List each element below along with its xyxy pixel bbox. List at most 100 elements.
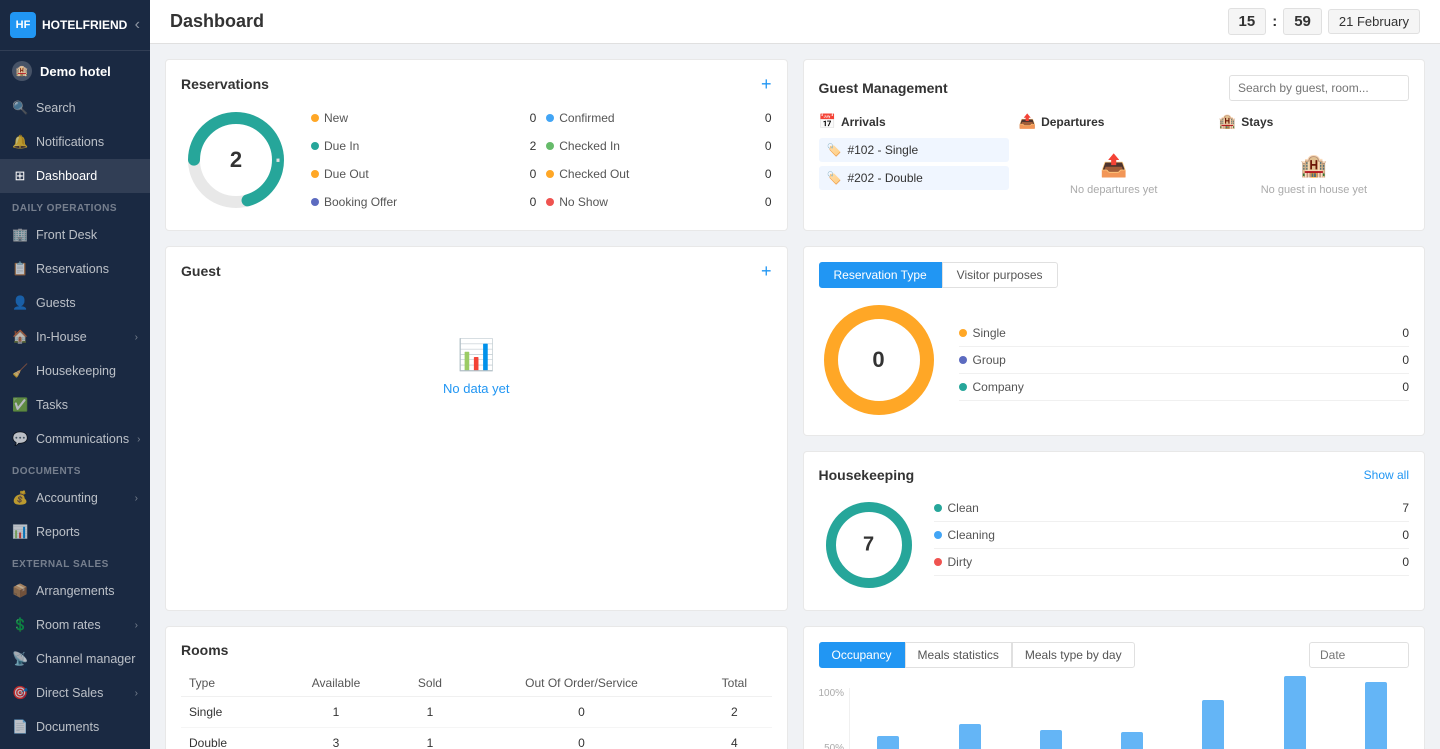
guest-no-data: 📊 No data yet [181,292,772,442]
topbar: Dashboard 15 : 59 21 February [150,0,1440,44]
guest-card-header: Guest + [181,262,772,280]
sidebar-item-room-rates[interactable]: 💲 Room rates › [0,608,150,642]
room-type: Double [181,728,278,749]
tab-meals-type-by-day[interactable]: Meals type by day [1012,642,1135,668]
reservation-type-total: 0 [872,347,884,373]
tab-occupancy[interactable]: Occupancy [819,642,905,668]
reservations-donut: 2 [181,105,291,215]
guest-add-button[interactable]: + [761,262,772,280]
time-display: 15 : 59 21 February [1228,8,1420,35]
departures-title: 📤 Departures [1019,113,1209,130]
stat-due-in: Due In 2 [311,134,536,158]
stat-new: New 0 [311,106,536,130]
stat-due-out: Due Out 0 [311,162,536,186]
room-available: 3 [278,728,394,749]
occupancy-tabs: Occupancy Meals statistics Meals type by… [819,642,1410,668]
bar-chart-icon: 📊 [458,338,495,373]
sidebar-item-tasks[interactable]: ✅ Tasks [0,388,150,422]
in-house-icon: 🏠 [12,329,28,345]
sidebar-item-in-house[interactable]: 🏠 In-House › [0,320,150,354]
room-sold: 1 [394,728,466,749]
tab-reservation-type[interactable]: Reservation Type [819,262,942,288]
hotel-icon: 🏨 [12,61,32,81]
rooms-card: Rooms Type Available Sold Out Of Order/S… [165,626,788,749]
sidebar-item-channel-manager[interactable]: 📡 Channel manager [0,642,150,676]
hk-show-all-link[interactable]: Show all [1364,468,1409,482]
sidebar-item-direct-sales[interactable]: 🎯 Direct Sales › [0,676,150,710]
communications-icon: 💬 [12,431,28,447]
occupancy-date-input[interactable] [1309,642,1409,668]
bar [1365,682,1387,749]
room-icon: 🏷️ [827,171,842,185]
bar-group: Tue 25.02 [1180,700,1246,749]
reservation-type-legend: Single 0 Group 0 Company 0 [959,320,1410,401]
sidebar-item-communications[interactable]: 💬 Communications › [0,422,150,456]
tab-meals-statistics[interactable]: Meals statistics [905,642,1012,668]
sidebar-item-reports[interactable]: 📊 Reports [0,515,150,549]
hk-legend: Clean 7 Cleaning 0 Dirty 0 [934,495,1410,576]
arrival-room-1[interactable]: 🏷️ #102 - Single [819,138,1009,162]
chevron-right-icon: › [135,493,138,504]
sidebar-item-search[interactable]: 🔍 Search [0,91,150,125]
sidebar-item-notifications[interactable]: 🔔 Notifications [0,125,150,159]
time-hours: 15 [1228,8,1267,35]
arrivals-section: 📅 Arrivals 🏷️ #102 - Single 🏷️ #202 - Do… [819,113,1009,211]
tab-visitor-purposes[interactable]: Visitor purposes [942,262,1058,288]
bar-group: Sun 23.02 [1018,730,1084,749]
reservations-total: 2 [230,147,242,173]
rooms-col-type: Type [181,670,278,697]
sidebar-collapse-button[interactable]: ‹ [135,16,140,34]
accounting-icon: 💰 [12,490,28,506]
guest-card-title: Guest [181,263,221,279]
reports-icon: 📊 [12,524,28,540]
chevron-right-icon: › [135,332,138,343]
logo-text: HOTELFRIEND [42,18,127,32]
date-display: 21 February [1328,9,1420,34]
sidebar-item-arrangements[interactable]: 📦 Arrangements [0,574,150,608]
stat-confirmed: Confirmed 0 [546,106,771,130]
arrival-room-2[interactable]: 🏷️ #202 - Double [819,166,1009,190]
stat-checked-in: Checked In 0 [546,134,771,158]
guest-search-input[interactable] [1229,75,1409,101]
bell-icon: 🔔 [12,134,28,150]
occupancy-tab-group: Occupancy Meals statistics Meals type by… [819,642,1135,668]
sidebar: HF HOTELFRIEND ‹ 🏨 Demo hotel 🔍 Search 🔔… [0,0,150,749]
reservations-header: Reservations + [181,75,772,93]
sidebar-item-documents[interactable]: 📄 Documents [0,710,150,744]
rooms-col-oos: Out Of Order/Service [466,670,697,697]
room-oos: 0 [466,697,697,728]
bar [1121,732,1143,749]
sidebar-item-front-desk[interactable]: 🏢 Front Desk [0,218,150,252]
hk-total: 7 [863,534,874,557]
main-content: Dashboard 15 : 59 21 February Reservatio… [150,0,1440,749]
reservations-icon: 📋 [12,261,28,277]
bar [1284,676,1306,749]
hk-title: Housekeeping [819,467,915,483]
bar-group: Wed 26.02 [1261,676,1327,749]
guest-management-card: Guest Management 📅 Arrivals 🏷️ #102 - Si… [803,59,1426,231]
reservation-type-donut: 0 [819,300,939,420]
housekeeping-card: Housekeeping Show all 7 Clean [803,451,1426,611]
legend-company: Company 0 [959,374,1410,401]
occupancy-card: Occupancy Meals statistics Meals type by… [803,626,1426,749]
bar-group: Mon 24.02 [1099,732,1165,749]
room-available: 1 [278,697,394,728]
daily-operations-label: DAILY OPERATIONS [0,193,150,218]
sidebar-item-accounting[interactable]: 💰 Accounting › [0,481,150,515]
bar [877,736,899,749]
stat-no-show: No Show 0 [546,190,771,214]
sidebar-item-dashboard[interactable]: ⊞ Dashboard [0,159,150,193]
documents-icon: 📄 [12,719,28,735]
reservations-card: Reservations + 2 New 0 [165,59,788,231]
sidebar-item-housekeeping[interactable]: 🧹 Housekeeping [0,354,150,388]
bar-group: Sat 22.02 [936,724,1002,749]
sidebar-item-guests[interactable]: 👤 Guests [0,286,150,320]
hk-clean: Clean 7 [934,495,1410,522]
no-stays-icon: 🏨 [1300,153,1327,179]
stat-checked-out: Checked Out 0 [546,162,771,186]
hotel-name[interactable]: 🏨 Demo hotel [0,51,150,91]
room-icon: 🏷️ [827,143,842,157]
sidebar-item-reservations[interactable]: 📋 Reservations [0,252,150,286]
bar-group: Fri 21.02 [855,736,921,749]
reservations-add-button[interactable]: + [761,75,772,93]
